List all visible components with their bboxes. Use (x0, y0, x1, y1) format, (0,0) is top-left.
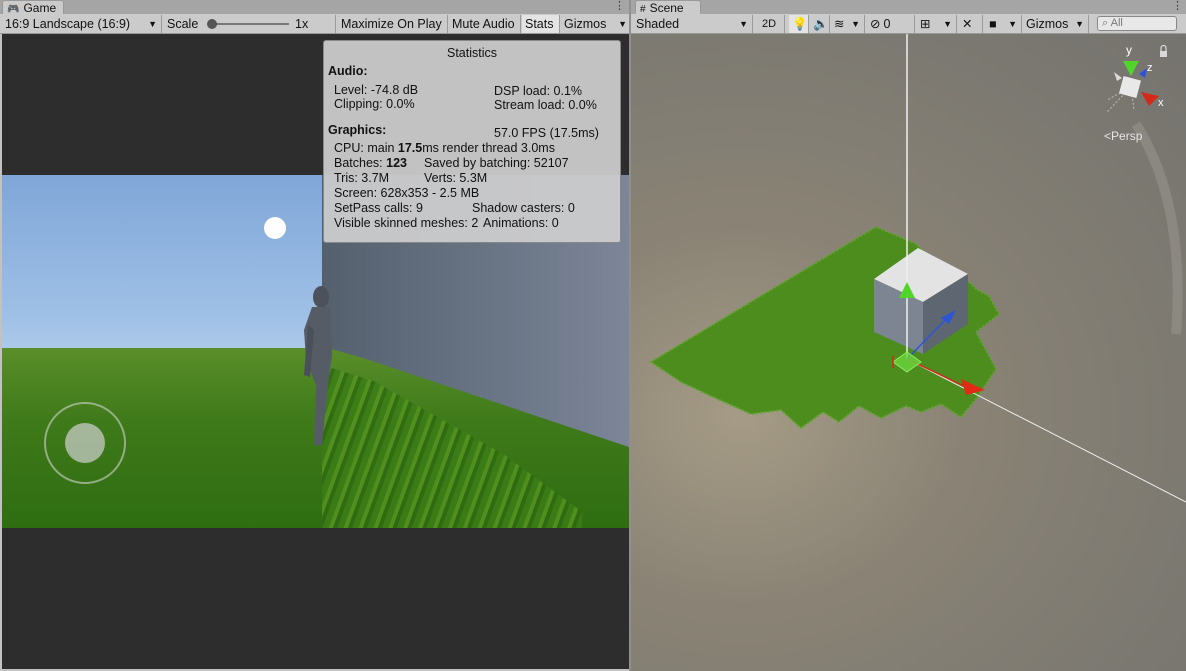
graphics-header: Graphics: (328, 123, 387, 137)
tools-toggle[interactable]: ✕ (959, 15, 983, 33)
hidden-count: 0 (883, 17, 891, 31)
scale-slider-track[interactable] (209, 23, 289, 25)
scene-tab[interactable]: # Scene (635, 0, 701, 15)
aspect-dropdown[interactable]: 16:9 Landscape (16:9) ▼ (2, 15, 162, 33)
fps-readout: 57.0 FPS (17.5ms) (494, 126, 599, 140)
scale-label: Scale (167, 17, 199, 31)
eye-slash-icon: ⊘ (870, 17, 881, 31)
scene-gizmos-label: Gizmos (1026, 17, 1069, 31)
screen-readout: Screen: 628x353 - 2.5 MB (334, 186, 480, 200)
batches-value: 123 (386, 156, 407, 170)
speaker-icon: 🔈 (813, 17, 829, 31)
audio-level: Level: -74.8 dB (334, 83, 419, 97)
virtual-joystick[interactable] (44, 402, 126, 484)
stats-button[interactable]: Stats (522, 15, 560, 33)
statistics-panel: Statistics Audio: Level: -74.8 dB DSP lo… (323, 40, 621, 243)
search-placeholder: All (1110, 17, 1123, 29)
game-tab-strip (0, 0, 629, 15)
camera-dropdown[interactable]: ■ ▼ (986, 15, 1022, 33)
lighting-toggle[interactable]: 💡 (789, 15, 809, 33)
axis-y-label: y (1126, 43, 1132, 57)
chevron-down-icon: ▼ (851, 19, 860, 29)
verts-readout: Verts: 5.3M (424, 171, 488, 185)
chevron-down-icon: ▼ (1075, 19, 1084, 29)
dsp-load: DSP load: 0.1% (494, 84, 583, 98)
scene-view[interactable]: y z x <Persp (631, 34, 1186, 671)
lightbulb-icon: 💡 (792, 17, 808, 31)
persp-label[interactable]: <Persp (1104, 129, 1143, 143)
setpass-readout: SetPass calls: 9 (334, 201, 423, 215)
axis-z-label: z (1147, 62, 1153, 74)
scene-gizmos-dropdown[interactable]: Gizmos ▼ (1023, 15, 1089, 33)
player-character (304, 286, 332, 445)
gizmos-label: Gizmos (564, 17, 607, 31)
shadow-casters-readout: Shadow casters: 0 (472, 201, 575, 215)
chevron-down-icon: ▼ (1008, 19, 1017, 29)
joystick-knob[interactable] (65, 423, 105, 463)
game-toolbar: 16:9 Landscape (16:9) ▼ Scale 1x Maximiz… (0, 14, 629, 34)
skinned-meshes-readout: Visible skinned meshes: 2 (334, 216, 479, 230)
grid-icon: ⊞ (920, 17, 931, 31)
cpu-main-value: 17.5 (397, 141, 423, 155)
effects-dropdown[interactable]: ≋ ▼ (831, 15, 865, 33)
batches-prefix: Batches: (334, 156, 387, 170)
shading-mode-label: Shaded (636, 17, 680, 31)
batches-readout: Batches: 123 (334, 156, 407, 170)
persp-text: Persp (1111, 129, 1143, 143)
game-tab-label: Game (23, 1, 57, 15)
scene-toolbar: Shaded ▼ 2D 💡 🔈 ≋ ▼ ⊘ 0 ⊞ ▼ ✕ ■ ▼ Gizmos ▼ ⌕… (631, 14, 1186, 34)
stream-load: Stream load: 0.0% (494, 98, 597, 112)
chevron-down-icon: ▼ (739, 19, 748, 29)
gizmos-dropdown[interactable]: Gizmos ▼ (561, 15, 629, 33)
rotation-arc (1131, 121, 1183, 335)
cpu-prefix: CPU: main (334, 141, 398, 155)
scale-control[interactable]: Scale 1x (164, 15, 336, 33)
layers-icon: ≋ (834, 17, 845, 31)
sun (264, 217, 286, 239)
animations-readout: Animations: 0 (483, 216, 559, 230)
scale-value: 1x (295, 17, 309, 31)
tools-icon: ✕ (962, 17, 973, 31)
maximize-on-play-button[interactable]: Maximize On Play (338, 15, 448, 33)
shading-mode-dropdown[interactable]: Shaded ▼ (633, 15, 753, 33)
saved-by-batching: Saved by batching: 52107 (424, 156, 569, 170)
axis-x-label: x (1158, 97, 1164, 109)
statistics-title: Statistics (446, 46, 497, 60)
cpu-suffix: ms render thread 3.0ms (422, 141, 555, 155)
audio-clipping: Clipping: 0.0% (334, 97, 415, 111)
scene-viewport[interactable]: y z x <Persp (631, 34, 1186, 671)
game-tab[interactable]: 🎮 Game (2, 0, 64, 15)
x-axis-line (906, 358, 1186, 503)
game-kebab-menu-icon[interactable]: ⋮ (614, 0, 625, 12)
toggle-2d-button[interactable]: 2D (759, 15, 785, 33)
scene-tab-strip (631, 0, 1186, 15)
search-icon: ⌕ (1102, 17, 1111, 29)
tris-readout: Tris: 3.7M (334, 171, 390, 185)
scale-slider-thumb[interactable] (207, 19, 217, 29)
hidden-objects-toggle[interactable]: ⊘ 0 (867, 15, 915, 33)
audio-header: Audio: (328, 64, 368, 78)
scene-kebab-menu-icon[interactable]: ⋮ (1172, 0, 1183, 12)
audio-toggle[interactable]: 🔈 (810, 15, 830, 33)
camera-icon: ■ (989, 17, 997, 31)
chevron-down-icon: ▼ (148, 19, 157, 29)
lock-icon[interactable] (1160, 44, 1167, 58)
aspect-dropdown-label: 16:9 Landscape (16:9) (5, 17, 131, 31)
grid-dropdown[interactable]: ⊞ ▼ (917, 15, 957, 33)
cpu-readout: CPU: main 17.5ms render thread 3.0ms (334, 141, 555, 155)
hierarchy-search-input[interactable]: ⌕ All (1097, 16, 1177, 31)
scene-tab-label: Scene (649, 1, 684, 15)
chevron-down-icon: ▼ (943, 19, 952, 29)
mute-audio-button[interactable]: Mute Audio (449, 15, 521, 33)
chevron-down-icon: ▼ (618, 19, 627, 29)
